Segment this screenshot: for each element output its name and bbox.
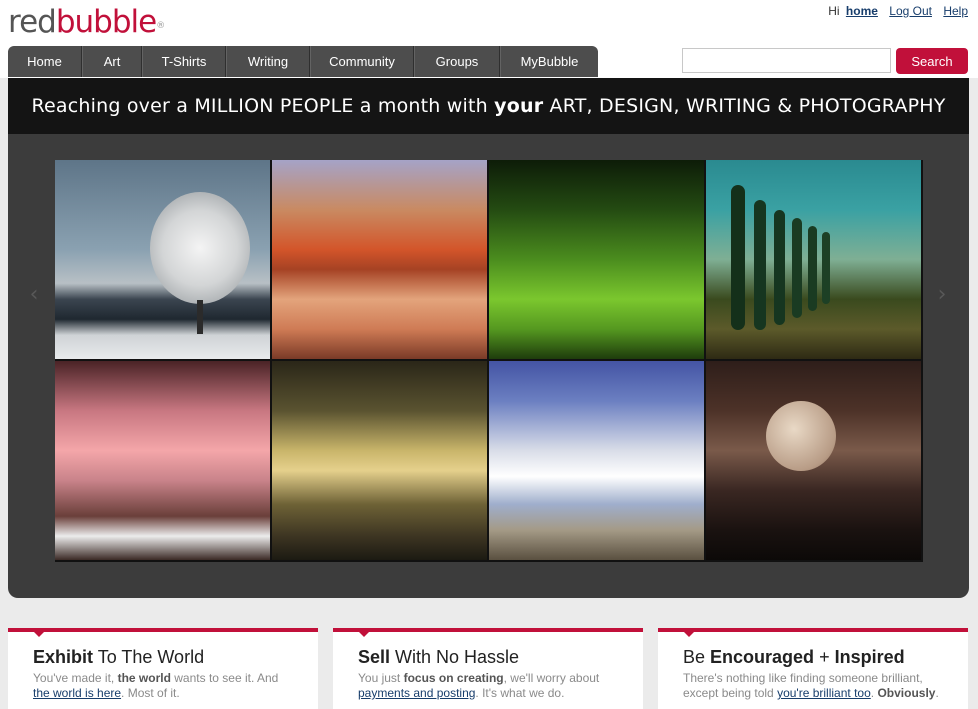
artwork-tile-cypress-avenue[interactable] <box>706 160 921 359</box>
artwork-tile-frosty-stream[interactable] <box>489 361 704 560</box>
search-button[interactable]: Search <box>896 48 968 74</box>
logout-link[interactable]: Log Out <box>889 4 932 18</box>
nav-item-groups[interactable]: Groups <box>414 46 500 77</box>
world-link[interactable]: the world is here <box>33 686 121 700</box>
feature-title: Be Encouraged + Inspired <box>683 647 905 667</box>
hero-banner: Reaching over a MILLION PEOPLE a month w… <box>8 78 969 134</box>
notch-marker <box>33 631 45 637</box>
user-home-link[interactable]: home <box>846 4 878 18</box>
nav-item-home[interactable]: Home <box>8 46 82 77</box>
payments-link[interactable]: payments and posting <box>358 686 475 700</box>
feature-encouraged: Be Encouraged + Inspired There's nothing… <box>658 628 968 709</box>
artwork-tile-moon-silhouette[interactable] <box>706 361 921 560</box>
feature-panels: Exhibit To The World You've made it, the… <box>0 628 978 709</box>
search-input[interactable] <box>682 48 891 73</box>
chevron-left-icon[interactable]: ‹ <box>26 283 42 307</box>
nav-item-art[interactable]: Art <box>82 46 142 77</box>
feature-text: You just focus on creating, we'll worry … <box>358 671 600 700</box>
artwork-tile-pink-mist[interactable] <box>55 361 270 560</box>
feature-title: Sell With No Hassle <box>358 647 520 667</box>
artwork-tile-sunbeam-forest[interactable] <box>272 361 487 560</box>
help-link[interactable]: Help <box>943 4 968 18</box>
hero-showcase: Reaching over a MILLION PEOPLE a month w… <box>8 78 969 598</box>
redbubble-logo[interactable]: redbubble® <box>8 4 165 40</box>
chevron-right-icon[interactable]: › <box>934 283 950 307</box>
nav-item-writing[interactable]: Writing <box>226 46 310 77</box>
nav-item-mybubble[interactable]: MyBubble <box>500 46 598 77</box>
nav-item-tshirts[interactable]: T-Shirts <box>142 46 226 77</box>
feature-text: There's nothing like finding someone bri… <box>683 671 939 700</box>
user-links: Hi home Log Out Help <box>828 4 968 18</box>
brilliant-link[interactable]: you're brilliant too <box>777 686 871 700</box>
artwork-tile-green-forest[interactable] <box>489 160 704 359</box>
feature-text: You've made it, the world wants to see i… <box>33 671 279 700</box>
feature-sell: Sell With No Hassle You just focus on cr… <box>333 628 643 709</box>
notch-marker <box>358 631 370 637</box>
nav-item-community[interactable]: Community <box>310 46 414 77</box>
notch-marker <box>683 631 695 637</box>
feature-title: Exhibit To The World <box>33 647 205 667</box>
artwork-grid <box>55 160 923 562</box>
greeting-text: Hi <box>828 4 840 18</box>
artwork-tile-snowy-tree[interactable] <box>55 160 270 359</box>
artwork-tile-autumn-river[interactable] <box>272 160 487 359</box>
feature-exhibit: Exhibit To The World You've made it, the… <box>8 628 318 709</box>
main-nav: Home Art T-Shirts Writing Community Grou… <box>8 46 598 77</box>
top-bar: redbubble® Hi home Log Out Help Home Art… <box>0 0 978 78</box>
